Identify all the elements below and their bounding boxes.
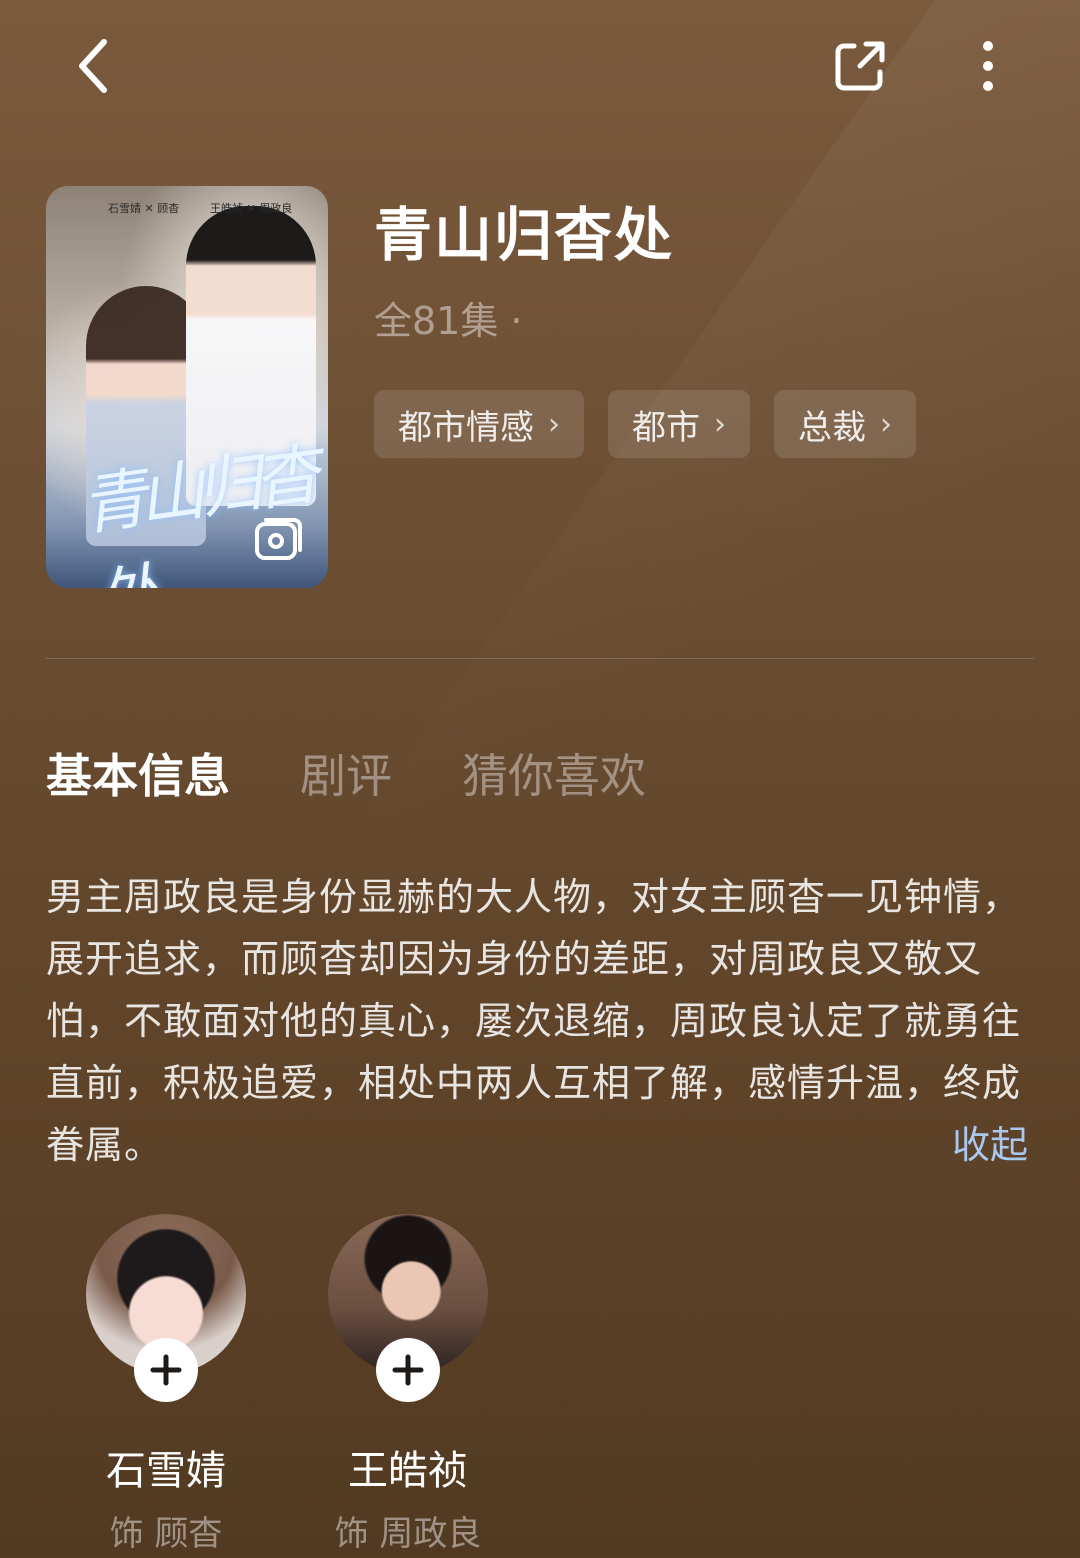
section-divider	[46, 658, 1034, 659]
plus-icon	[392, 1354, 424, 1386]
more-vertical-icon	[983, 41, 993, 91]
cast-role: 饰 周政良	[334, 1514, 482, 1554]
drama-poster[interactable]: 石雪婧 ✕ 顾杳 王皓祯 ✕ 周政良 青山归杳处	[46, 186, 328, 588]
tag-urban[interactable]: 都市 ›	[608, 390, 750, 458]
episode-count: 全81集 ·	[374, 299, 523, 343]
back-button[interactable]	[52, 26, 132, 106]
follow-button[interactable]	[376, 1338, 440, 1402]
tab-recommendations[interactable]: 猜你喜欢	[462, 740, 646, 806]
top-bar	[0, 0, 1080, 140]
chevron-right-icon: ›	[714, 406, 726, 442]
chevron-left-icon	[79, 39, 107, 93]
tab-bar: 基本信息 剧评 猜你喜欢	[46, 740, 646, 806]
cast-role: 饰 顾杳	[109, 1514, 223, 1554]
tab-reviews[interactable]: 剧评	[300, 740, 392, 806]
tag-urban-romance[interactable]: 都市情感 ›	[374, 390, 584, 458]
more-button[interactable]	[948, 26, 1028, 106]
poster-credit-left: 石雪婧 ✕ 顾杳	[108, 202, 180, 215]
follow-button[interactable]	[134, 1338, 198, 1402]
cast-name: 石雪婧	[106, 1448, 226, 1494]
tag-label: 总裁	[798, 407, 866, 448]
poster-credit-right: 王皓祯 ✕ 周政良	[210, 202, 293, 215]
chevron-right-icon: ›	[880, 406, 892, 442]
genre-tags: 都市情感 › 都市 › 总裁 ›	[374, 390, 916, 458]
tag-ceo[interactable]: 总裁 ›	[774, 390, 916, 458]
share-icon	[835, 41, 885, 91]
chevron-right-icon: ›	[548, 406, 560, 442]
collapse-link[interactable]: 收起	[952, 1114, 1028, 1169]
share-button[interactable]	[820, 26, 900, 106]
synopsis-text: 男主周政良是身份显赫的大人物，对女主顾杳一见钟情，展开追求，而顾杳却因为身份的差…	[46, 875, 1022, 1167]
tab-basic-info[interactable]: 基本信息	[46, 740, 230, 806]
image-preview-icon[interactable]	[254, 516, 304, 562]
tag-label: 都市情感	[398, 407, 534, 448]
cast-name: 王皓祯	[348, 1448, 468, 1494]
drama-title: 青山归杳处	[374, 201, 675, 269]
plus-icon	[150, 1354, 182, 1386]
tag-label: 都市	[632, 407, 700, 448]
